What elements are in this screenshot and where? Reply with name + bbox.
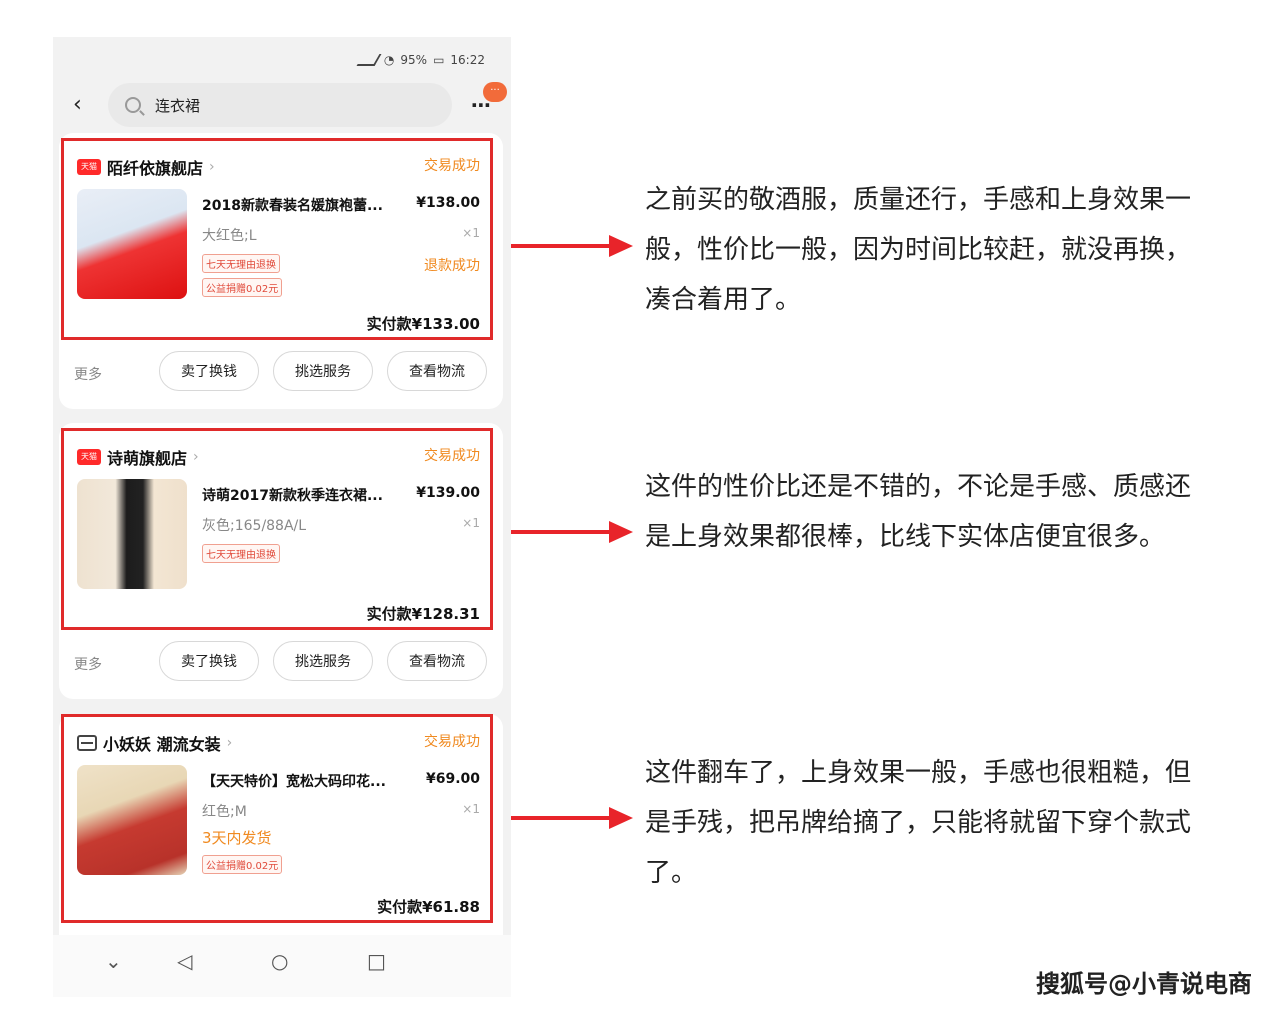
order-status: 交易成功: [424, 158, 480, 174]
shipping-note: 3天内发货: [202, 829, 272, 847]
product-price: ¥69.00: [425, 771, 480, 787]
arrow-icon: [511, 235, 633, 257]
product-title[interactable]: 2018新款春装名媛旗袍蕾...: [202, 195, 422, 215]
tmall-logo-icon: 天猫: [77, 159, 101, 175]
phone-screenshot: ◔ 95% ▭ 16:22 ‹ 连衣裙 ⋯ ··· 天猫 陌纤依旗舰店 › 交易…: [53, 37, 511, 997]
review-note: 这件的性价比还是不错的，不论是手感、质感还是上身效果都很棒，比线下实体店便宜很多…: [645, 472, 1192, 552]
paid-amount: 实付款¥61.88: [377, 898, 480, 916]
search-input[interactable]: 连衣裙: [108, 83, 452, 127]
order-actions: 更多 卖了换钱 挑选服务 查看物流: [59, 351, 503, 395]
product-qty: ×1: [462, 516, 480, 530]
wifi-icon: ◔: [383, 53, 395, 67]
store-icon: [77, 735, 97, 751]
nav-back-icon[interactable]: ◁: [177, 949, 192, 973]
product-qty: ×1: [462, 226, 480, 240]
order-status: 交易成功: [424, 448, 480, 464]
status-bar: ◔ 95% ▭ 16:22: [356, 53, 485, 67]
product-price: ¥138.00: [416, 195, 480, 211]
signal-icon: [356, 54, 382, 66]
product-title[interactable]: 诗萌2017新款秋季连衣裙...: [202, 485, 422, 505]
tag-charity: 公益捐赠0.02元: [202, 855, 283, 874]
nav-down-icon[interactable]: ⌄: [105, 949, 122, 973]
chevron-right-icon: ›: [209, 159, 215, 175]
product-price: ¥139.00: [416, 485, 480, 501]
product-spec: 灰色;165/88A/L: [202, 518, 307, 534]
highlight-box: 天猫 陌纤依旗舰店 › 交易成功 2018新款春装名媛旗袍蕾... ¥138.0…: [61, 138, 493, 340]
product-spec: 红色;M: [202, 804, 247, 820]
arrow-icon: [511, 807, 633, 829]
order-actions: 更多 卖了换钱 挑选服务 查看物流: [59, 641, 503, 685]
tag-return: 七天无理由退换: [202, 254, 280, 273]
top-bar: ‹ 连衣裙 ⋯ ···: [53, 82, 511, 129]
more-link[interactable]: 更多: [74, 364, 102, 384]
more-link[interactable]: 更多: [74, 654, 102, 674]
refund-status: 退款成功: [424, 258, 480, 274]
product-title[interactable]: 【天天特价】宽松大码印花...: [202, 771, 422, 791]
shop-header[interactable]: 小妖妖 潮流女装 ›: [77, 731, 232, 755]
clock: 16:22: [450, 53, 485, 67]
shop-name: 诗萌旗舰店: [107, 449, 188, 468]
tmall-logo-icon: 天猫: [77, 449, 101, 465]
highlight-box: 天猫 诗萌旗舰店 › 交易成功 诗萌2017新款秋季连衣裙... ¥139.00…: [61, 428, 493, 630]
logistics-button[interactable]: 查看物流: [387, 351, 487, 391]
review-note: 之前买的敬酒服，质量还行，手感和上身效果一般，性价比一般，因为时间比较赶，就没再…: [645, 185, 1192, 315]
battery-level: 95%: [400, 53, 428, 67]
review-note: 这件翻车了，上身效果一般，手感也很粗糙，但是手残，把吊牌给摘了，只能将就留下穿个…: [645, 758, 1192, 888]
product-spec: 大红色;L: [202, 228, 257, 244]
tag-charity: 公益捐赠0.02元: [202, 278, 283, 297]
chevron-right-icon: ›: [226, 735, 233, 751]
arrow-icon: [511, 521, 633, 543]
paid-amount: 实付款¥128.31: [366, 605, 480, 623]
search-icon: [125, 97, 141, 113]
product-qty: ×1: [462, 802, 480, 816]
logistics-button[interactable]: 查看物流: [387, 641, 487, 681]
service-button[interactable]: 挑选服务: [273, 641, 373, 681]
nav-recent-icon[interactable]: □: [367, 949, 386, 973]
system-nav-bar: ⌄ ◁ ○ □: [53, 935, 511, 997]
back-icon[interactable]: ‹: [73, 94, 82, 116]
order-card[interactable]: 天猫 诗萌旗舰店 › 交易成功 诗萌2017新款秋季连衣裙... ¥139.00…: [59, 423, 503, 699]
product-image[interactable]: [77, 189, 187, 299]
watermark: 搜狐号@小青说电商: [1036, 970, 1252, 998]
search-query: 连衣裙: [155, 96, 201, 115]
shop-name: 小妖妖 潮流女装: [103, 735, 221, 754]
shop-header[interactable]: 天猫 诗萌旗舰店 ›: [77, 445, 199, 469]
order-card[interactable]: 小妖妖 潮流女装 › 交易成功 【天天特价】宽松大码印花... ¥69.00 红…: [59, 714, 503, 954]
paid-amount: 实付款¥133.00: [366, 315, 480, 333]
chevron-right-icon: ›: [193, 449, 199, 465]
product-image[interactable]: [77, 479, 187, 589]
service-button[interactable]: 挑选服务: [273, 351, 373, 391]
shop-name: 陌纤依旗舰店: [107, 159, 204, 178]
tag-return: 七天无理由退换: [202, 544, 280, 563]
shop-header[interactable]: 天猫 陌纤依旗舰店 ›: [77, 155, 215, 179]
order-card[interactable]: 天猫 陌纤依旗舰店 › 交易成功 2018新款春装名媛旗袍蕾... ¥138.0…: [59, 133, 503, 409]
nav-home-icon[interactable]: ○: [271, 949, 288, 973]
sell-button[interactable]: 卖了换钱: [159, 641, 259, 681]
highlight-box: 小妖妖 潮流女装 › 交易成功 【天天特价】宽松大码印花... ¥69.00 红…: [61, 714, 493, 923]
product-image[interactable]: [77, 765, 187, 875]
sell-button[interactable]: 卖了换钱: [159, 351, 259, 391]
battery-icon: ▭: [433, 53, 445, 67]
order-status: 交易成功: [424, 734, 480, 750]
message-badge: ···: [483, 82, 507, 102]
